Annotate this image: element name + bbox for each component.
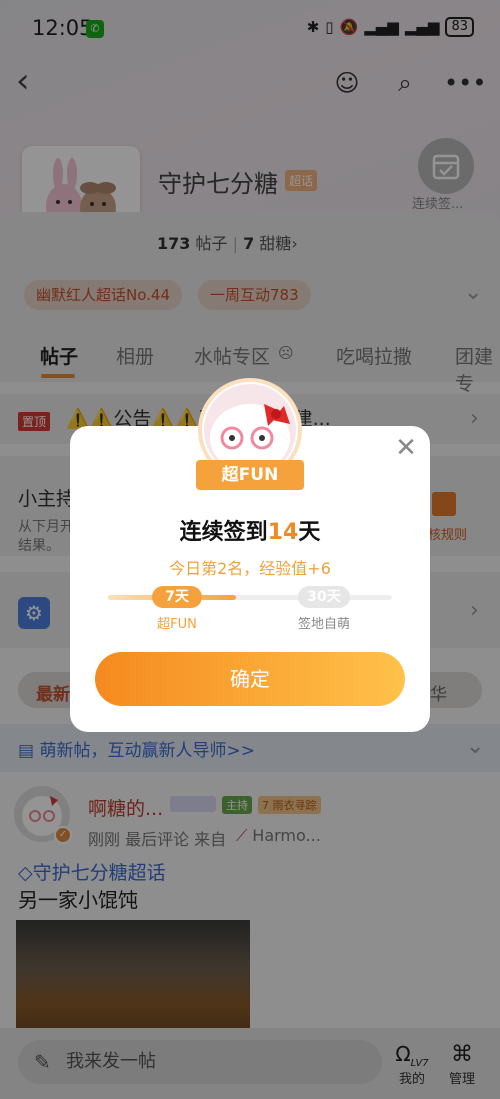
dialog-subtitle: 今日第2名，经验值+6 [169, 559, 331, 578]
close-icon[interactable]: ✕ [394, 435, 418, 461]
milestone-30-days: 30天 [298, 586, 350, 608]
milestone-7-label: 超FUN [157, 617, 197, 632]
milestone-7-days: 7天 [152, 586, 202, 608]
dialog-title: 连续签到14天 [179, 520, 321, 545]
confirm-button[interactable]: 确定 [95, 652, 405, 706]
streak-days: 14 [267, 520, 299, 545]
milestone-30-label: 签地自萌 [297, 617, 350, 632]
dialog-ribbon: 超FUN [196, 460, 304, 490]
